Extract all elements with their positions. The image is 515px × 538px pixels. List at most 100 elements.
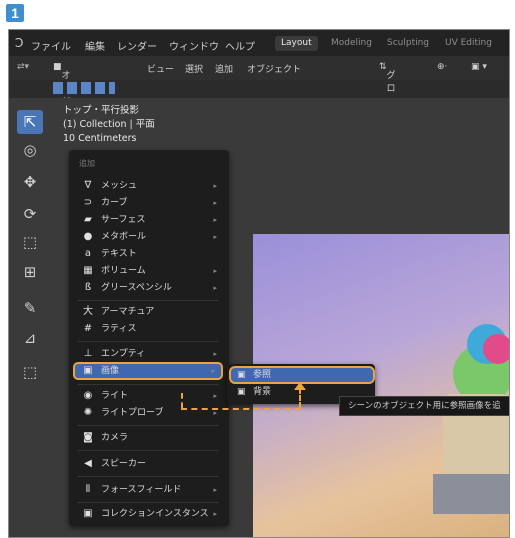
image-icon: ▣ xyxy=(83,365,93,376)
callout-dashed-line xyxy=(181,393,183,408)
mode-select[interactable]: ■ オブジェクト... xyxy=(53,62,79,146)
snap-icon[interactable]: ⊕· xyxy=(437,62,447,72)
cursor-tool-icon[interactable]: ◎ xyxy=(17,138,43,162)
menu-item-empty[interactable]: ⊥ エンプティ ▸ xyxy=(75,346,223,362)
speaker-icon: ◀ xyxy=(84,458,92,469)
menu-item-collection-instance[interactable]: ▣ コレクションインスタンス ▸ xyxy=(75,506,223,522)
menu-separator xyxy=(77,450,219,451)
light-icon: ◉ xyxy=(83,390,93,401)
menu-item-armature[interactable]: 大アーマチュア xyxy=(75,304,223,320)
menu-item-mesh[interactable]: ∇ メッシュ ▸ xyxy=(75,178,223,194)
menu-separator xyxy=(77,384,219,385)
transform-tool-icon[interactable]: ⊞ xyxy=(17,260,43,284)
menu-item-metaball[interactable]: ● メタボール ▸ xyxy=(75,229,223,245)
lattice-icon: # xyxy=(83,323,93,334)
header-menu-object[interactable]: オブジェクト xyxy=(247,62,301,75)
menu-item-grease-pencil[interactable]: ß グリースペンシル ▸ xyxy=(75,280,223,296)
menu-item-text[interactable]: a テキスト xyxy=(75,246,223,262)
menu-separator xyxy=(77,502,219,503)
image-background-icon: ▣ xyxy=(237,387,246,397)
workspace-tab-layout[interactable]: Layout xyxy=(275,36,318,51)
menu-item-image[interactable]: ▣ 画像 ▸ xyxy=(73,362,223,380)
menu-item-label: スピーカー xyxy=(101,459,147,469)
submenu-item-label: 参照 xyxy=(253,370,272,380)
menu-item-camera[interactable]: ◙ カメラ xyxy=(75,430,223,446)
menu-item-label: エンプティ xyxy=(101,349,146,359)
force-field-icon: ⦀ xyxy=(85,484,91,495)
workspace-tab-modeling[interactable]: Modeling xyxy=(325,36,378,51)
menu-item-label: ライト xyxy=(101,391,129,401)
curve-icon: ⊃ xyxy=(83,197,93,208)
menu-edit[interactable]: 編集 xyxy=(85,38,105,53)
submenu-arrow-icon: ▸ xyxy=(213,182,217,190)
callout-dashed-line xyxy=(299,388,301,408)
submenu-arrow-icon: ▸ xyxy=(213,392,217,400)
scene-object-pink xyxy=(483,334,509,364)
header-menu-select[interactable]: 選択 xyxy=(185,62,203,75)
measure-tool-icon[interactable]: ⊿ xyxy=(17,326,43,350)
select-box-tool-icon[interactable]: ⇱ xyxy=(17,110,43,134)
workspace-tab-uv-editing[interactable]: UV Editing xyxy=(439,36,498,51)
overlay-icon[interactable]: ▣ ▾ xyxy=(471,62,487,72)
menu-item-label: 画像 xyxy=(101,366,120,376)
grease-pencil-icon: ß xyxy=(84,282,92,293)
selection-mode-icons[interactable] xyxy=(53,82,115,94)
menu-render[interactable]: レンダー xyxy=(117,38,157,53)
image-reference-icon: ▣ xyxy=(237,370,246,380)
submenu-arrow-icon: ▸ xyxy=(213,510,217,518)
blender-logo-icon[interactable]: Ɔ xyxy=(15,36,23,50)
submenu-arrow-icon: ▸ xyxy=(213,350,217,358)
scene-object-base xyxy=(433,474,509,514)
scale-text: 10 Centimeters xyxy=(63,133,137,144)
collection-text: (1) Collection | 平面 xyxy=(63,119,155,130)
editor-type-icon[interactable]: ⇄▾ xyxy=(17,62,29,72)
rotate-tool-icon[interactable]: ⟳ xyxy=(17,202,43,226)
menu-item-lattice[interactable]: # ラティス xyxy=(75,321,223,337)
view-name-text: トップ・平行投影 xyxy=(63,105,140,116)
tooltip: シーンのオブジェクト用に参照画像を追 xyxy=(339,396,509,416)
menu-help[interactable]: ヘルプ xyxy=(225,38,255,53)
top-menu-bar: Ɔ ファイル 編集 レンダー ウィンドウ ヘルプ Layout Modeling… xyxy=(9,30,509,56)
submenu-arrow-icon: ▸ xyxy=(213,267,217,275)
menu-item-label: カメラ xyxy=(101,433,129,443)
menu-item-label: ボリューム xyxy=(101,266,146,276)
step-number-badge: 1 xyxy=(6,4,24,22)
header-menu-add[interactable]: 追加 xyxy=(215,62,233,75)
menu-item-label: フォースフィールド xyxy=(101,485,182,495)
light-probe-icon: ✺ xyxy=(83,407,93,418)
submenu-arrow-icon: ▸ xyxy=(213,199,217,207)
blender-window: Ɔ ファイル 編集 レンダー ウィンドウ ヘルプ Layout Modeling… xyxy=(8,29,510,538)
submenu-arrow-icon: ▸ xyxy=(213,216,217,224)
camera-icon: ◙ xyxy=(83,432,93,443)
move-tool-icon[interactable]: ✥ xyxy=(17,170,43,194)
menu-item-force-field[interactable]: ⦀ フォースフィールド ▸ xyxy=(75,482,223,498)
menu-separator xyxy=(77,425,219,426)
mesh-icon: ∇ xyxy=(84,180,92,191)
menu-item-label: グリースペンシル xyxy=(101,283,172,293)
menu-item-curve[interactable]: ⊃ カーブ ▸ xyxy=(75,195,223,211)
header-menu-view[interactable]: ビュー xyxy=(147,62,174,75)
menu-item-light[interactable]: ◉ ライト ▸ xyxy=(75,388,223,404)
menu-item-label: サーフェス xyxy=(101,215,146,225)
scale-tool-icon[interactable]: ⬚ xyxy=(17,230,43,254)
armature-icon: 大 xyxy=(83,306,93,317)
submenu-arrow-icon: ▸ xyxy=(213,233,217,241)
menu-file[interactable]: ファイル xyxy=(31,38,71,53)
menu-item-surface[interactable]: ▰ サーフェス ▸ xyxy=(75,212,223,228)
add-cube-tool-icon[interactable]: ⬚ xyxy=(17,360,43,384)
menu-window[interactable]: ウィンドウ xyxy=(169,38,219,53)
menu-item-label: アーマチュア xyxy=(101,307,155,317)
add-menu: 追加 ∇ メッシュ ▸ ⊃ カーブ ▸ ▰ サーフェス ▸ ● メタボール ▸ a テキスト ▦ ボ… xyxy=(69,150,229,526)
menu-item-label: ライトプローブ xyxy=(101,408,164,418)
surface-icon: ▰ xyxy=(84,214,92,225)
viewport-header: ⇄▾ ■ オブジェクト... ビュー 選択 追加 オブジェクト ⇅ グロー...… xyxy=(9,56,509,146)
volume-icon: ▦ xyxy=(83,265,93,276)
empty-icon: ⊥ xyxy=(83,348,93,359)
add-menu-title: 追加 xyxy=(79,159,95,168)
transform-orientation-select[interactable]: ⇅ グロー... xyxy=(379,62,404,107)
workspace-tab-sculpting[interactable]: Sculpting xyxy=(381,36,435,51)
submenu-arrow-icon: ▸ xyxy=(211,367,215,375)
menu-item-volume[interactable]: ▦ ボリューム ▸ xyxy=(75,263,223,279)
menu-item-speaker[interactable]: ◀ スピーカー xyxy=(75,456,223,472)
annotate-tool-icon[interactable]: ✎ xyxy=(17,296,43,320)
